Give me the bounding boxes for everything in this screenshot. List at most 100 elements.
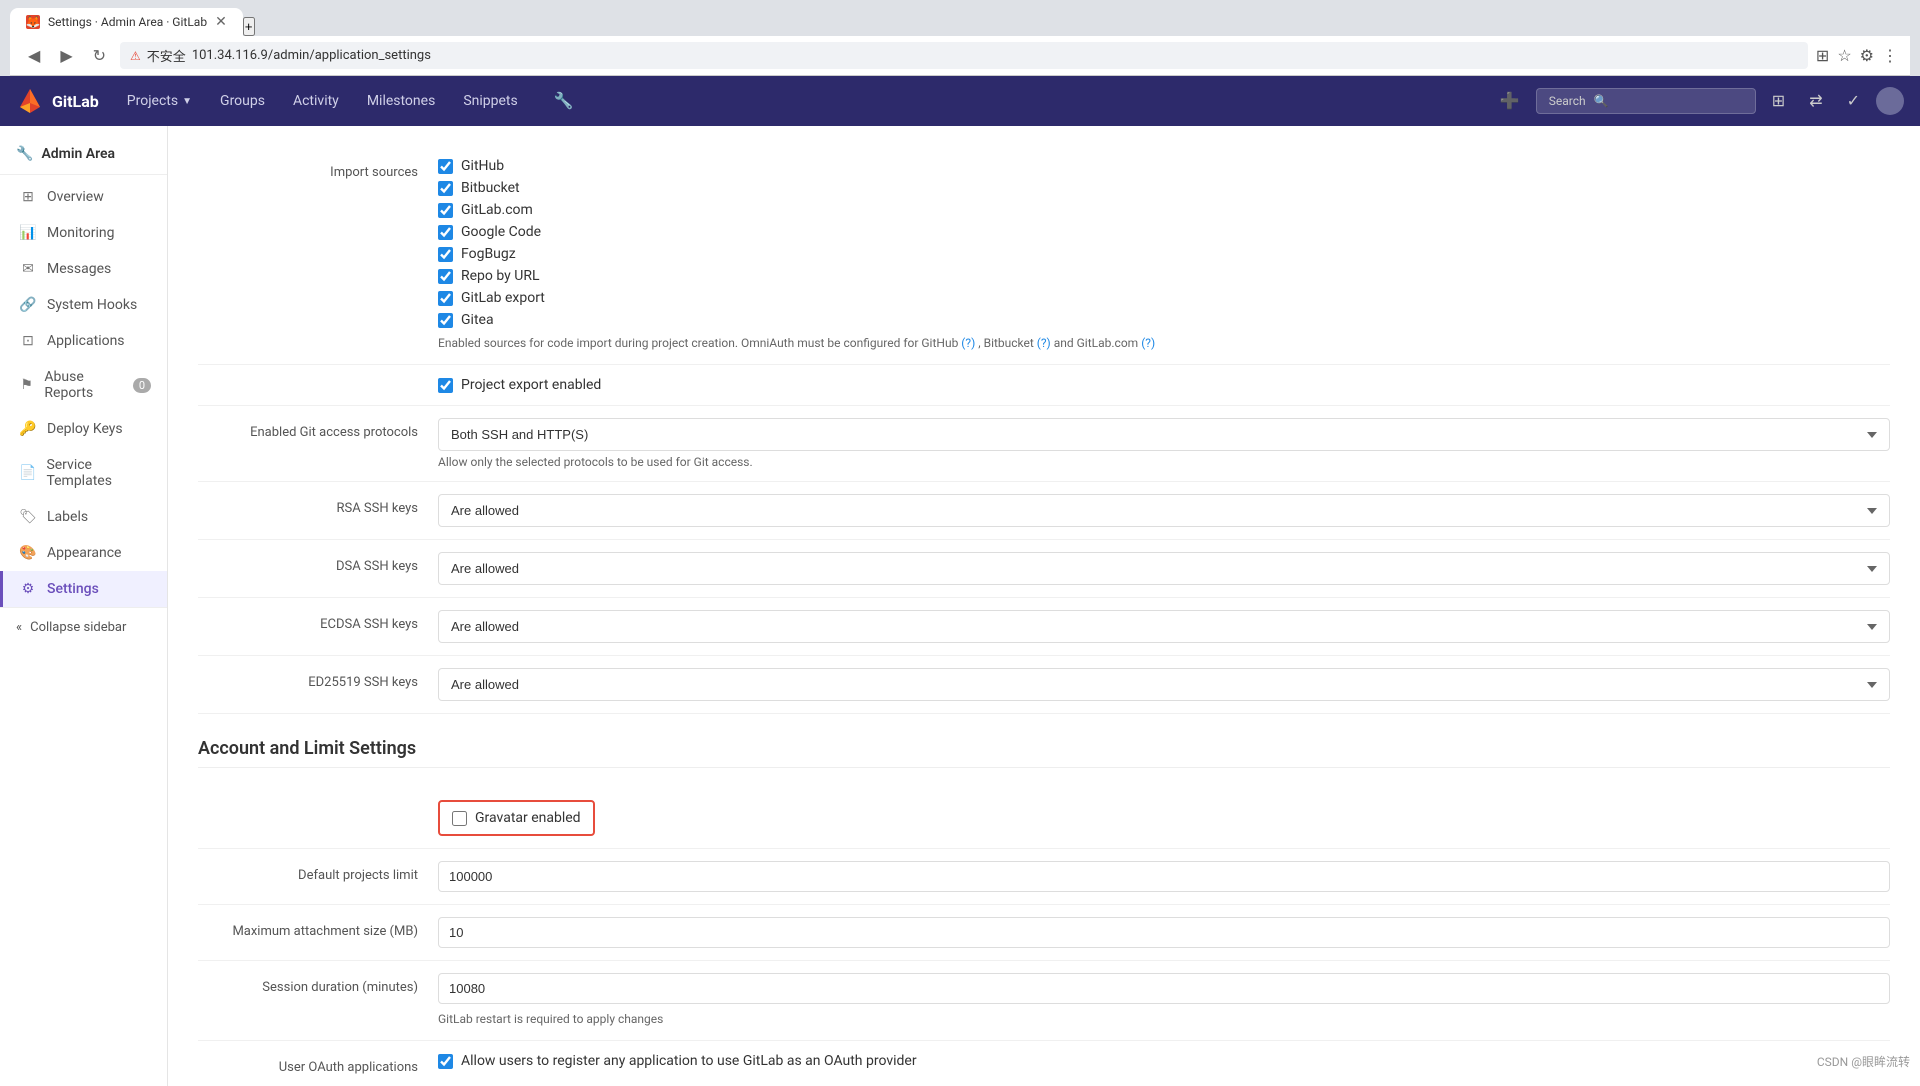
default-projects-input[interactable]: 100000 xyxy=(438,861,1890,892)
ecdsa-ssh-field: Are allowed Are forbidden xyxy=(438,610,1890,643)
gitlabcom-label: GitLab.com xyxy=(461,202,533,218)
repo-by-url-checkbox[interactable] xyxy=(438,269,453,284)
dsa-ssh-field: Are allowed Are forbidden xyxy=(438,552,1890,585)
google-code-checkbox[interactable] xyxy=(438,225,453,240)
session-duration-input[interactable]: 10080 xyxy=(438,973,1890,1004)
git-access-field: Both SSH and HTTP(S) Only SSH Only HTTP(… xyxy=(438,418,1890,469)
gitlab-export-label: GitLab export xyxy=(461,290,545,306)
gitlabcom-checkbox-item[interactable]: GitLab.com xyxy=(438,202,1890,218)
sidebar-item-appearance[interactable]: 🎨 Appearance xyxy=(0,535,167,571)
gitea-checkbox-item[interactable]: Gitea xyxy=(438,312,1890,328)
oauth-field: Allow users to register any application … xyxy=(438,1053,1890,1069)
rsa-ssh-select[interactable]: Are allowed Are forbidden xyxy=(438,494,1890,527)
bitbucket-checkbox-item[interactable]: Bitbucket xyxy=(438,180,1890,196)
extension-button[interactable]: ⚙ xyxy=(1860,46,1874,66)
github-checkbox[interactable] xyxy=(438,159,453,174)
max-attachment-input[interactable]: 10 xyxy=(438,917,1890,948)
dsa-ssh-label: DSA SSH keys xyxy=(198,552,418,576)
ed25519-ssh-row: ED25519 SSH keys Are allowed Are forbidd… xyxy=(198,656,1890,714)
merge-request-button[interactable]: ⇄ xyxy=(1801,87,1830,115)
sidebar-item-service-templates[interactable]: 📄 Service Templates xyxy=(0,447,167,499)
projects-arrow-icon: ▼ xyxy=(182,96,192,107)
sidebar-item-monitoring[interactable]: 📊 Monitoring xyxy=(0,215,167,251)
translate-button[interactable]: ⊞ xyxy=(1816,46,1829,66)
session-duration-row: Session duration (minutes) 10080 GitLab … xyxy=(198,961,1890,1041)
gitlabcom-checkbox[interactable] xyxy=(438,203,453,218)
gravatar-highlight-box[interactable]: Gravatar enabled xyxy=(438,800,595,836)
google-code-checkbox-item[interactable]: Google Code xyxy=(438,224,1890,240)
gravatar-checkbox[interactable] xyxy=(452,811,467,826)
max-attachment-label: Maximum attachment size (MB) xyxy=(198,917,418,941)
url-text: 101.34.116.9/admin/application_settings xyxy=(192,48,431,63)
repo-by-url-checkbox-item[interactable]: Repo by URL xyxy=(438,268,1890,284)
url-field[interactable]: ⚠ 不安全 101.34.116.9/admin/application_set… xyxy=(120,42,1808,69)
gitlab-logo[interactable]: GitLab xyxy=(16,87,99,115)
sidebar-item-applications[interactable]: ⊡ Applications xyxy=(0,323,167,359)
browser-tabs: 🦊 Settings · Admin Area · GitLab ✕ + xyxy=(10,8,1910,36)
project-export-checkbox[interactable] xyxy=(438,378,453,393)
abuse-reports-badge: 0 xyxy=(133,378,151,393)
wrench-button[interactable]: 🔧 xyxy=(546,87,582,115)
layout-button[interactable]: ⊞ xyxy=(1764,87,1793,115)
gitlab-export-checkbox-item[interactable]: GitLab export xyxy=(438,290,1890,306)
import-sources-row: Import sources GitHub Bitbucket GitLab.c… xyxy=(198,146,1890,365)
sidebar-title: Admin Area xyxy=(41,146,115,162)
user-avatar[interactable] xyxy=(1876,87,1904,115)
collapse-icon: « xyxy=(16,620,22,635)
bitbucket-checkbox[interactable] xyxy=(438,181,453,196)
gravatar-label: Gravatar enabled xyxy=(475,810,581,826)
close-tab-button[interactable]: ✕ xyxy=(215,14,227,30)
sidebar-item-settings[interactable]: ⚙ Settings xyxy=(0,571,167,607)
collapse-sidebar-button[interactable]: « Collapse sidebar xyxy=(0,607,167,647)
dsa-ssh-select[interactable]: Are allowed Are forbidden xyxy=(438,552,1890,585)
ecdsa-ssh-row: ECDSA SSH keys Are allowed Are forbidden xyxy=(198,598,1890,656)
google-code-label: Google Code xyxy=(461,224,541,240)
project-export-label-empty xyxy=(198,377,418,383)
account-section-title: Account and Limit Settings xyxy=(198,738,1890,768)
github-hint-link[interactable]: (?) xyxy=(961,336,975,350)
ed25519-ssh-select[interactable]: Are allowed Are forbidden xyxy=(438,668,1890,701)
refresh-button[interactable]: ↻ xyxy=(87,44,112,68)
project-export-checkbox-item[interactable]: Project export enabled xyxy=(438,377,1890,393)
ecdsa-ssh-select[interactable]: Are allowed Are forbidden xyxy=(438,610,1890,643)
tab-title: Settings · Admin Area · GitLab xyxy=(48,15,207,29)
bitbucket-hint-link[interactable]: (?) xyxy=(1037,336,1051,350)
fogbugz-checkbox-item[interactable]: FogBugz xyxy=(438,246,1890,262)
forward-button[interactable]: ▶ xyxy=(54,44,78,68)
todo-button[interactable]: ✓ xyxy=(1839,87,1868,115)
sidebar-item-abuse-reports[interactable]: ⚑ Abuse Reports 0 xyxy=(0,359,167,411)
bookmark-button[interactable]: ☆ xyxy=(1837,46,1851,66)
max-attachment-field: 10 xyxy=(438,917,1890,948)
sidebar-item-deploy-keys[interactable]: 🔑 Deploy Keys xyxy=(0,411,167,447)
sidebar-item-labels[interactable]: 🏷 Labels xyxy=(0,499,167,535)
service-templates-icon: 📄 xyxy=(19,465,36,481)
sidebar-item-overview[interactable]: ⊞ Overview xyxy=(0,179,167,215)
ed25519-ssh-label: ED25519 SSH keys xyxy=(198,668,418,692)
sidebar-label-monitoring: Monitoring xyxy=(47,225,115,241)
gravatar-row: Gravatar enabled xyxy=(198,788,1890,849)
git-access-select[interactable]: Both SSH and HTTP(S) Only SSH Only HTTP(… xyxy=(438,418,1890,451)
search-bar[interactable]: Search 🔍 xyxy=(1536,88,1756,114)
oauth-checkbox[interactable] xyxy=(438,1054,453,1069)
session-duration-label: Session duration (minutes) xyxy=(198,973,418,997)
git-access-hint: Allow only the selected protocols to be … xyxy=(438,455,1890,469)
ecdsa-ssh-label: ECDSA SSH keys xyxy=(198,610,418,634)
back-button[interactable]: ◀ xyxy=(22,44,46,68)
github-checkbox-item[interactable]: GitHub xyxy=(438,158,1890,174)
oauth-checkbox-item[interactable]: Allow users to register any application … xyxy=(438,1053,1890,1069)
projects-nav-item[interactable]: Projects ▼ xyxy=(115,87,204,115)
gitlabcom-hint-link[interactable]: (?) xyxy=(1141,336,1155,350)
sidebar-item-system-hooks[interactable]: 🔗 System Hooks xyxy=(0,287,167,323)
milestones-nav-item[interactable]: Milestones xyxy=(355,87,448,115)
activity-nav-item[interactable]: Activity xyxy=(281,87,351,115)
fogbugz-checkbox[interactable] xyxy=(438,247,453,262)
snippets-nav-item[interactable]: Snippets xyxy=(451,87,529,115)
settings-button[interactable]: ⋮ xyxy=(1882,46,1898,66)
groups-nav-item[interactable]: Groups xyxy=(208,87,277,115)
gitea-checkbox[interactable] xyxy=(438,313,453,328)
gitlab-export-checkbox[interactable] xyxy=(438,291,453,306)
new-item-button[interactable]: ➕ xyxy=(1492,87,1528,115)
sidebar-item-messages[interactable]: ✉ Messages xyxy=(0,251,167,287)
add-tab-button[interactable]: + xyxy=(243,17,255,36)
ed25519-ssh-field: Are allowed Are forbidden xyxy=(438,668,1890,701)
